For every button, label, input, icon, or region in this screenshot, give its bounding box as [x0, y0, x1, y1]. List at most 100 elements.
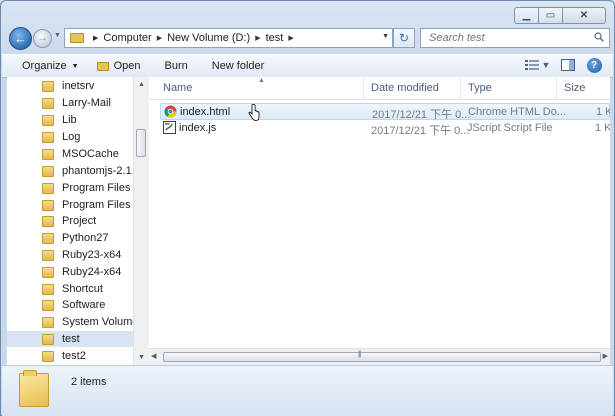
- folder-icon: [42, 333, 54, 345]
- sidebar-item-test[interactable]: test: [7, 331, 133, 347]
- search-box[interactable]: [420, 28, 610, 48]
- view-options-button[interactable]: ▼: [541, 57, 551, 73]
- file-name: index.js: [179, 122, 217, 134]
- sidebar-item-lib[interactable]: Lib: [7, 112, 133, 128]
- file-type: JScript Script File: [467, 122, 553, 134]
- scroll-right-icon[interactable]: ▶: [603, 352, 608, 360]
- column-divider[interactable]: [460, 77, 461, 99]
- address-dropdown-icon[interactable]: ▼: [382, 33, 389, 40]
- column-divider[interactable]: [556, 77, 557, 99]
- search-input[interactable]: [427, 31, 591, 45]
- scroll-down-icon[interactable]: ▼: [134, 350, 149, 365]
- burn-button[interactable]: Burn: [151, 60, 198, 72]
- help-icon: ?: [586, 57, 602, 73]
- horizontal-scroll-thumb[interactable]: [163, 352, 601, 362]
- folder-icon: [42, 182, 54, 194]
- file-size: 1 K: [596, 106, 610, 118]
- chevron-right-icon[interactable]: ▶: [255, 34, 260, 42]
- chevron-right-icon[interactable]: ▶: [288, 34, 293, 42]
- folder-icon: [42, 266, 54, 278]
- open-button[interactable]: Open: [89, 60, 151, 72]
- search-icon[interactable]: [594, 32, 604, 42]
- folder-icon: [19, 370, 49, 407]
- organize-label: Organize: [22, 60, 67, 72]
- open-label: Open: [113, 60, 141, 72]
- folder-icon: [42, 199, 54, 211]
- sidebar-item-program-files[interactable]: Program Files: [7, 180, 133, 196]
- scroll-left-icon[interactable]: ◀: [151, 352, 156, 360]
- help-button[interactable]: ?: [585, 57, 603, 73]
- sidebar-item-shortcut[interactable]: Shortcut: [7, 281, 133, 297]
- sort-ascending-icon: ▲: [258, 77, 265, 84]
- forward-arrow-icon: →: [37, 33, 48, 44]
- close-button[interactable]: ✕: [562, 7, 606, 24]
- mouse-cursor-icon: [248, 104, 260, 121]
- sidebar-item-ruby24[interactable]: Ruby24-x64: [7, 264, 133, 280]
- folder-icon: [42, 316, 54, 328]
- chevron-right-icon[interactable]: ▶: [93, 34, 98, 42]
- scroll-thumb[interactable]: [136, 129, 146, 157]
- refresh-button[interactable]: ↻: [393, 28, 415, 48]
- folder-icon: [42, 131, 54, 143]
- sidebar-item-phantomjs[interactable]: phantomjs-2.1.1-w: [7, 163, 133, 179]
- navigation-scrollbar[interactable]: ▲ ▼: [133, 77, 149, 365]
- forward-button[interactable]: →: [33, 29, 52, 48]
- sidebar-item-project[interactable]: Project: [7, 213, 133, 229]
- navigation-bar: ← → ▼ ▶ Computer ▶ New Volume (D:) ▶ tes…: [7, 26, 610, 52]
- script-icon: [163, 121, 176, 134]
- folder-icon: [42, 283, 54, 295]
- breadcrumb-new-volume[interactable]: New Volume (D:): [167, 32, 250, 44]
- minimize-button[interactable]: ▁: [514, 7, 539, 24]
- breadcrumb-test[interactable]: test: [266, 32, 284, 44]
- organize-menu[interactable]: Organize ▼: [2, 60, 89, 72]
- column-size[interactable]: Size: [564, 82, 585, 94]
- navigation-pane: inetsrv Larry-Mail Lib Log MSOCache phan…: [7, 77, 134, 365]
- breadcrumb-computer[interactable]: Computer: [103, 32, 151, 44]
- chevron-right-icon[interactable]: ▶: [157, 34, 162, 42]
- file-type: Chrome HTML Do...: [468, 106, 567, 118]
- column-type[interactable]: Type: [468, 82, 492, 94]
- file-size: 1 K: [595, 122, 610, 134]
- folder-icon: [42, 249, 54, 261]
- command-bar: Organize ▼ Open Burn New folder ▼ ?: [2, 54, 613, 78]
- sidebar-item-larry-mail[interactable]: Larry-Mail: [7, 95, 133, 111]
- file-list: ▲ Name Date modified Type Size index.htm…: [149, 77, 610, 365]
- back-arrow-icon: ←: [14, 31, 27, 46]
- column-divider[interactable]: [363, 77, 364, 99]
- sidebar-item-python27[interactable]: Python27: [7, 230, 133, 246]
- folder-icon: [70, 33, 84, 43]
- burn-label: Burn: [164, 60, 188, 72]
- file-row-index-html[interactable]: index.html 2017/12/21 下午 0... Chrome HTM…: [160, 103, 610, 121]
- horizontal-scrollbar[interactable]: ◀ ||| ▶: [149, 348, 610, 366]
- sidebar-item-log[interactable]: Log: [7, 129, 133, 145]
- sidebar-item-program-files-x86[interactable]: Program Files (x86: [7, 197, 133, 213]
- sidebar-item-ruby23[interactable]: Ruby23-x64: [7, 247, 133, 263]
- preview-pane-button[interactable]: [559, 57, 577, 73]
- sidebar-item-system-volume[interactable]: System Volume In: [7, 314, 133, 330]
- folder-icon: [42, 80, 54, 92]
- preview-pane-icon: [561, 59, 575, 71]
- sidebar-item-software[interactable]: Software: [7, 297, 133, 313]
- folder-icon: [42, 299, 54, 311]
- chrome-icon: [164, 105, 177, 118]
- column-name[interactable]: Name: [163, 82, 192, 94]
- file-date: 2017/12/21 下午 0...: [371, 125, 470, 137]
- sidebar-item-test2[interactable]: test2: [7, 348, 133, 364]
- file-row-index-js[interactable]: index.js 2017/12/21 下午 0... JScript Scri…: [160, 120, 610, 137]
- chevron-down-icon: ▼: [71, 62, 79, 70]
- scroll-up-icon[interactable]: ▲: [134, 77, 149, 92]
- back-button[interactable]: ←: [9, 27, 32, 50]
- change-view-button[interactable]: [523, 57, 541, 73]
- view-icon: [525, 60, 539, 70]
- sidebar-item-inetsrv[interactable]: inetsrv: [7, 78, 133, 94]
- maximize-button[interactable]: ▭: [538, 7, 563, 24]
- recent-pages-button[interactable]: ▼: [54, 32, 61, 39]
- address-bar[interactable]: ▶ Computer ▶ New Volume (D:) ▶ test ▶ ▼: [64, 28, 393, 48]
- open-folder-icon: [96, 61, 109, 71]
- new-folder-button[interactable]: New folder: [198, 60, 275, 72]
- refresh-icon: ↻: [398, 31, 410, 45]
- sidebar-item-msocache[interactable]: MSOCache: [7, 146, 133, 162]
- folder-icon: [42, 215, 54, 227]
- item-count: 2 items: [71, 376, 107, 388]
- column-date-modified[interactable]: Date modified: [371, 82, 439, 94]
